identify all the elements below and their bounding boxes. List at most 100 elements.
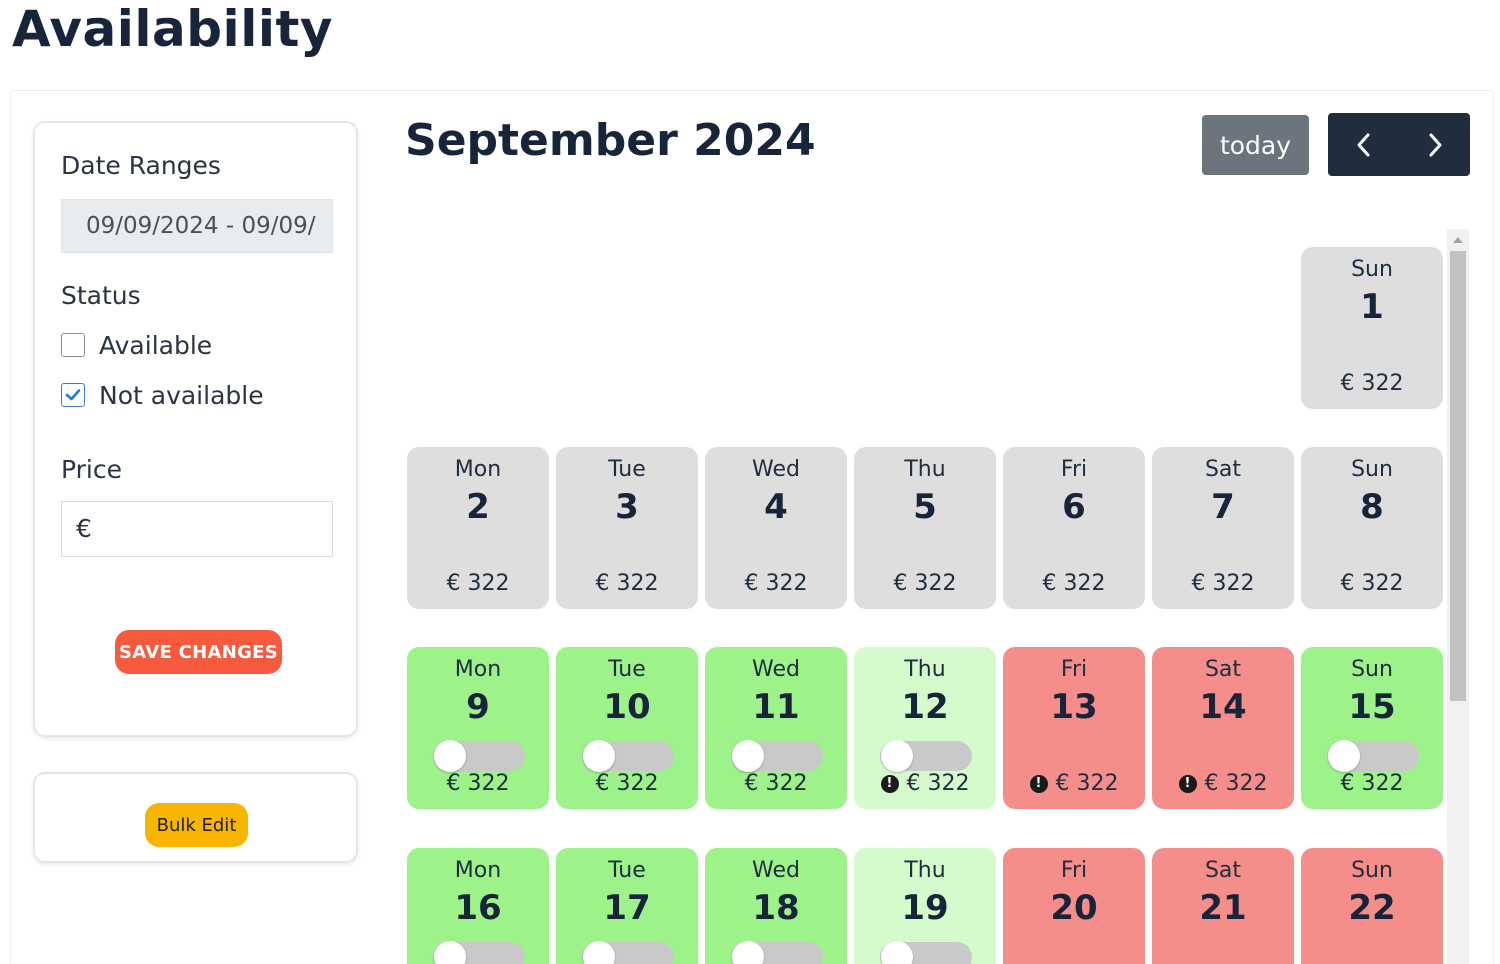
bulk-edit-panel: Bulk Edit <box>33 772 358 863</box>
day-cell[interactable]: Sat 14! € 322 <box>1152 647 1294 809</box>
day-number: 18 <box>752 888 800 928</box>
day-cell[interactable]: Thu 5 € 322 <box>854 447 996 609</box>
day-number: 5 <box>913 487 937 527</box>
save-changes-button[interactable]: SAVE CHANGES <box>115 630 282 674</box>
calendar-scrollbar[interactable] <box>1447 229 1469 964</box>
not-available-checkbox[interactable] <box>61 383 85 407</box>
availability-toggle[interactable] <box>880 740 972 772</box>
availability-toggle[interactable] <box>731 740 823 772</box>
availability-toggle[interactable] <box>433 941 525 964</box>
day-cell[interactable]: Sun 15 € 322 <box>1301 647 1443 809</box>
availability-toggle[interactable] <box>582 740 674 772</box>
day-name: Thu <box>904 657 946 682</box>
bulk-edit-button[interactable]: Bulk Edit <box>145 803 248 847</box>
day-price-row: € 322 <box>1301 771 1443 796</box>
day-name: Wed <box>752 657 800 682</box>
day-number: 17 <box>603 888 651 928</box>
day-cell[interactable]: Fri 13! € 322 <box>1003 647 1145 809</box>
day-cell[interactable]: Sun 1 € 322 <box>1301 247 1443 409</box>
day-price-row: € 322 <box>407 571 549 596</box>
available-checkbox[interactable] <box>61 333 85 357</box>
day-name: Tue <box>608 457 646 482</box>
day-name: Tue <box>608 858 646 883</box>
day-name: Tue <box>608 657 646 682</box>
day-number: 20 <box>1050 888 1098 928</box>
today-button[interactable]: today <box>1202 115 1309 175</box>
day-price: € 322 <box>1340 571 1404 596</box>
prev-month-button[interactable] <box>1328 113 1399 176</box>
scroll-thumb[interactable] <box>1450 251 1466 701</box>
day-number: 14 <box>1199 687 1247 727</box>
day-name: Wed <box>752 457 800 482</box>
day-number: 6 <box>1062 487 1086 527</box>
day-price-row: € 322 <box>556 571 698 596</box>
availability-toggle[interactable] <box>731 941 823 964</box>
toggle-knob <box>881 941 913 964</box>
availability-toggle[interactable] <box>880 941 972 964</box>
day-cell[interactable]: Sun 22 <box>1301 848 1443 964</box>
day-cell[interactable]: Mon 9 € 322 <box>407 647 549 809</box>
day-price-row: € 322 <box>854 571 996 596</box>
availability-toggle[interactable] <box>582 941 674 964</box>
day-number: 8 <box>1360 487 1384 527</box>
day-cell[interactable]: Sun 8 € 322 <box>1301 447 1443 609</box>
day-number: 11 <box>752 687 800 727</box>
toggle-knob <box>583 740 615 772</box>
day-cell[interactable]: Wed 4 € 322 <box>705 447 847 609</box>
day-cell[interactable]: Mon 16 <box>407 848 549 964</box>
availability-toggle[interactable] <box>433 740 525 772</box>
day-name: Sun <box>1351 257 1393 282</box>
day-number: 4 <box>764 487 788 527</box>
price-input[interactable]: € <box>61 501 333 557</box>
price-label: Price <box>61 455 122 484</box>
scroll-up-arrow-icon[interactable] <box>1453 237 1463 243</box>
day-price: € 322 <box>906 771 970 796</box>
day-cell[interactable]: Fri 6 € 322 <box>1003 447 1145 609</box>
date-range-input[interactable]: 09/09/2024 - 09/09/ <box>61 199 333 253</box>
day-price: € 322 <box>1340 771 1404 796</box>
status-option-not-available[interactable]: Not available <box>61 381 264 410</box>
day-cell[interactable]: Thu 19 <box>854 848 996 964</box>
day-name: Sat <box>1204 457 1242 482</box>
day-name: Fri <box>1060 457 1088 482</box>
toggle-knob <box>434 941 466 964</box>
day-cell[interactable]: Tue 17 <box>556 848 698 964</box>
warning-icon: ! <box>1029 774 1048 793</box>
day-price-row: ! € 322 <box>854 771 996 796</box>
day-name: Fri <box>1060 858 1088 883</box>
warning-icon: ! <box>1178 774 1197 793</box>
day-cell[interactable]: Tue 10 € 322 <box>556 647 698 809</box>
day-number: 19 <box>901 888 949 928</box>
day-price: € 322 <box>1204 771 1268 796</box>
day-cell[interactable]: Wed 18 <box>705 848 847 964</box>
day-price-row: € 322 <box>705 571 847 596</box>
day-cell[interactable]: Sat 7 € 322 <box>1152 447 1294 609</box>
day-price-row: € 322 <box>1301 571 1443 596</box>
day-name: Mon <box>454 457 502 482</box>
day-price: € 322 <box>1340 371 1404 396</box>
day-name: Wed <box>752 858 800 883</box>
status-option-available[interactable]: Available <box>61 330 213 360</box>
availability-toggle[interactable] <box>1327 740 1419 772</box>
day-number: 12 <box>901 687 949 727</box>
day-name: Sat <box>1204 858 1242 883</box>
day-cell[interactable]: Fri 20 <box>1003 848 1145 964</box>
day-number: 22 <box>1348 888 1396 928</box>
day-cell[interactable]: Wed 11 € 322 <box>705 647 847 809</box>
toggle-knob <box>881 740 913 772</box>
day-price-row: € 322 <box>1152 571 1294 596</box>
day-cell[interactable]: Tue 3 € 322 <box>556 447 698 609</box>
day-cell[interactable]: Mon 2 € 322 <box>407 447 549 609</box>
day-price-row: € 322 <box>1003 571 1145 596</box>
chevron-right-icon <box>1429 133 1441 156</box>
day-name: Sun <box>1351 657 1393 682</box>
checkmark-icon <box>65 389 81 401</box>
next-month-button[interactable] <box>1399 113 1470 176</box>
day-name: Thu <box>904 858 946 883</box>
day-cell[interactable]: Thu 12 ! € 322 <box>854 647 996 809</box>
day-cell[interactable]: Sat 21 <box>1152 848 1294 964</box>
toggle-knob <box>732 740 764 772</box>
day-name: Thu <box>904 457 946 482</box>
available-label: Available <box>99 330 213 360</box>
day-name: Mon <box>454 657 502 682</box>
